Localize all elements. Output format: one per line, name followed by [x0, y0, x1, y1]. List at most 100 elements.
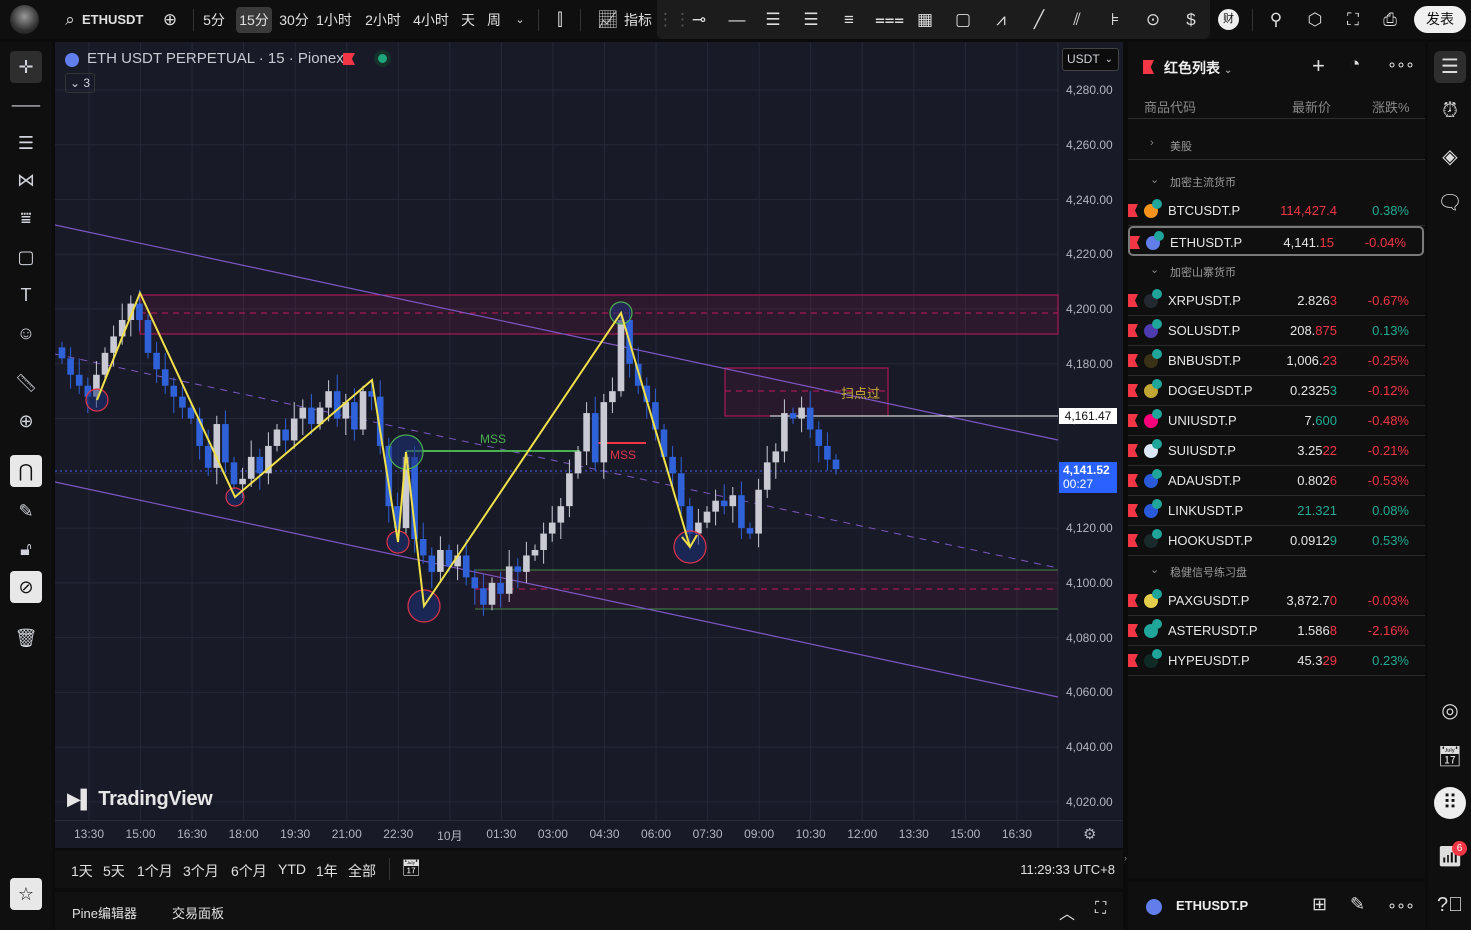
- flag-icon[interactable]: [1128, 204, 1138, 217]
- column-symbol[interactable]: 商品代码: [1144, 97, 1196, 116]
- candle-type-icon[interactable]: ⫿: [548, 8, 572, 32]
- pattern-tool-icon[interactable]: ⋈: [10, 164, 42, 196]
- shape-tool-icon[interactable]: ▢: [10, 241, 42, 273]
- watchlist-icon[interactable]: ☰: [1434, 51, 1466, 83]
- flag-icon[interactable]: [1128, 654, 1138, 667]
- flag-icon[interactable]: [1128, 594, 1138, 607]
- watchlist-row[interactable]: ADAUSDT.P 0.8026 -0.53%: [1128, 466, 1425, 496]
- maximize-panel-icon[interactable]: ⛶: [1095, 900, 1106, 918]
- watchlist-title[interactable]: 红色列表 ⌄: [1164, 58, 1232, 78]
- fib-extension-icon[interactable]: ☰: [799, 8, 823, 32]
- fib-tool-icon[interactable]: ☰: [10, 127, 42, 159]
- flag-icon[interactable]: [1128, 534, 1138, 547]
- parallel-lines-icon[interactable]: ≡: [837, 8, 861, 32]
- watchlist-group[interactable]: ⌄ 加密山寨货币: [1128, 256, 1425, 286]
- calendar-icon[interactable]: 📅︎: [1434, 741, 1466, 773]
- watchlist-row[interactable]: ETHUSDT.P 4,141.15 -0.04%: [1128, 226, 1424, 256]
- interval-1[interactable]: 15分: [236, 7, 272, 33]
- fullscreen-icon[interactable]: ⛶: [1341, 8, 1365, 32]
- range-button-6[interactable]: 1年: [316, 861, 338, 881]
- column-price[interactable]: 最新价: [1292, 97, 1331, 116]
- flag-icon[interactable]: [1130, 236, 1140, 249]
- watchlist-row[interactable]: ASTERUSDT.P 1.5868 -2.16%: [1128, 616, 1425, 646]
- emoji-tool-icon[interactable]: ☺: [10, 317, 42, 349]
- chart-title[interactable]: ETH USDT PERPETUAL · 15 · Pionex: [87, 50, 344, 67]
- range-button-0[interactable]: 1天: [71, 861, 93, 881]
- watchlist-row[interactable]: SUIUSDT.P 3.2522 -0.21%: [1128, 436, 1425, 466]
- price-label-icon[interactable]: $: [1179, 8, 1203, 32]
- edit-icon[interactable]: ✎: [1350, 894, 1365, 915]
- interval-7[interactable]: 周: [484, 7, 504, 33]
- layers-icon[interactable]: ◈: [1434, 141, 1466, 173]
- interval-6[interactable]: 天: [458, 7, 478, 33]
- publish-button[interactable]: 发表: [1414, 6, 1466, 33]
- range-button-7[interactable]: 全部: [348, 861, 376, 881]
- chevron-down-icon[interactable]: ⌄: [508, 8, 532, 32]
- trash-icon[interactable]: 🗑︎: [10, 622, 42, 654]
- text-tool-icon[interactable]: T: [10, 279, 42, 311]
- watchlist-row[interactable]: XRPUSDT.P 2.8263 -0.67%: [1128, 286, 1425, 316]
- apps-grid-icon[interactable]: ⠿: [1434, 787, 1466, 819]
- fib-fan-icon[interactable]: ⩶: [875, 8, 904, 32]
- range-button-4[interactable]: 6个月: [231, 861, 267, 881]
- drag-handle-icon[interactable]: ⋮⋮: [657, 8, 691, 32]
- stay-drawing-icon[interactable]: ✎: [10, 495, 42, 527]
- finance-badge[interactable]: 财: [1218, 9, 1239, 30]
- range-button-5[interactable]: YTD: [278, 861, 306, 877]
- search-icon[interactable]: ⌕: [58, 8, 82, 32]
- watchlist-row[interactable]: UNIUSDT.P 7.600 -0.48%: [1128, 406, 1425, 436]
- range-button-1[interactable]: 5天: [103, 861, 125, 881]
- watchlist-group[interactable]: ⌄ 加密主流货币: [1128, 166, 1425, 196]
- clock[interactable]: 11:29:33 UTC+8: [1020, 862, 1115, 877]
- tab-pine-editor[interactable]: Pine编辑器: [72, 903, 137, 922]
- favorites-star-icon[interactable]: ☆: [10, 878, 42, 910]
- range-button-3[interactable]: 3个月: [183, 861, 219, 881]
- horizontal-ray-icon[interactable]: ⊸: [687, 8, 711, 32]
- horizontal-line-icon[interactable]: —: [725, 8, 749, 32]
- hide-drawings-icon[interactable]: ⊘: [10, 571, 42, 603]
- flag-icon[interactable]: [1128, 354, 1138, 367]
- path-icon[interactable]: ⩘: [989, 8, 1013, 32]
- prediction-tool-icon[interactable]: ⩸: [10, 202, 42, 234]
- interval-0[interactable]: 5分: [199, 7, 229, 33]
- column-change[interactable]: 涨跌%: [1372, 97, 1410, 116]
- watchlist-group[interactable]: › 美股: [1128, 130, 1425, 160]
- chart-canvas[interactable]: [55, 42, 1123, 848]
- volume-profile-icon[interactable]: ⊧: [1103, 8, 1127, 32]
- rectangle-icon[interactable]: ▢: [951, 8, 975, 32]
- watchlist-row[interactable]: BTCUSDT.P 114,427.4 0.38%: [1128, 196, 1425, 226]
- chat-icon[interactable]: 🗨︎: [1434, 187, 1466, 219]
- more-options-icon[interactable]: ∘∘∘: [1387, 896, 1415, 916]
- fib-retracement-icon[interactable]: ☰: [761, 8, 785, 32]
- add-symbol-icon[interactable]: ⊕: [158, 8, 182, 32]
- layout-grid-icon[interactable]: ⊞: [1312, 894, 1327, 915]
- interval-3[interactable]: 1小时: [314, 7, 354, 33]
- help-icon[interactable]: ?⃝: [1434, 889, 1466, 921]
- flag-icon[interactable]: [1128, 294, 1138, 307]
- watchlist-row[interactable]: BNBUSDT.P 1,006.23 -0.25%: [1128, 346, 1425, 376]
- settings-icon[interactable]: ⬡: [1303, 8, 1327, 32]
- flag-icon[interactable]: [1128, 384, 1138, 397]
- trend-line-icon[interactable]: ╱: [1027, 8, 1051, 32]
- more-options-icon[interactable]: ∘∘∘: [1387, 55, 1415, 75]
- trend-line-tool-icon[interactable]: ⸺: [10, 89, 42, 121]
- watchlist-row[interactable]: LINKUSDT.P 21.321 0.08%: [1128, 496, 1425, 526]
- watchlist-row[interactable]: HOOKUSDT.P 0.09129 0.53%: [1128, 526, 1425, 556]
- details-symbol[interactable]: ETHUSDT.P: [1176, 898, 1248, 913]
- indicators-icon[interactable]: 📈︎: [596, 8, 620, 32]
- watchlist-group[interactable]: ⌄ 稳健信号练习盘: [1128, 556, 1425, 586]
- flag-icon[interactable]: [1128, 444, 1138, 457]
- tab-trading-panel[interactable]: 交易面板: [172, 903, 224, 922]
- flag-icon[interactable]: [1128, 414, 1138, 427]
- ruler-icon[interactable]: 📏︎: [10, 367, 42, 399]
- indicators-button[interactable]: 指标: [624, 7, 652, 33]
- flag-icon[interactable]: [1128, 324, 1138, 337]
- avatar[interactable]: [10, 5, 39, 34]
- axis-settings-icon[interactable]: ⚙: [1083, 825, 1096, 843]
- watchlist-row[interactable]: PAXGUSDT.P 3,872.70 -0.03%: [1128, 586, 1425, 616]
- target-icon[interactable]: ◎: [1434, 695, 1466, 727]
- pie-chart-icon[interactable]: ◔: [1349, 54, 1360, 76]
- lock-icon[interactable]: 🔓︎: [10, 533, 42, 565]
- goto-date-icon[interactable]: 📅︎: [401, 858, 421, 878]
- alarm-clock-icon[interactable]: ⏰︎: [1434, 95, 1466, 127]
